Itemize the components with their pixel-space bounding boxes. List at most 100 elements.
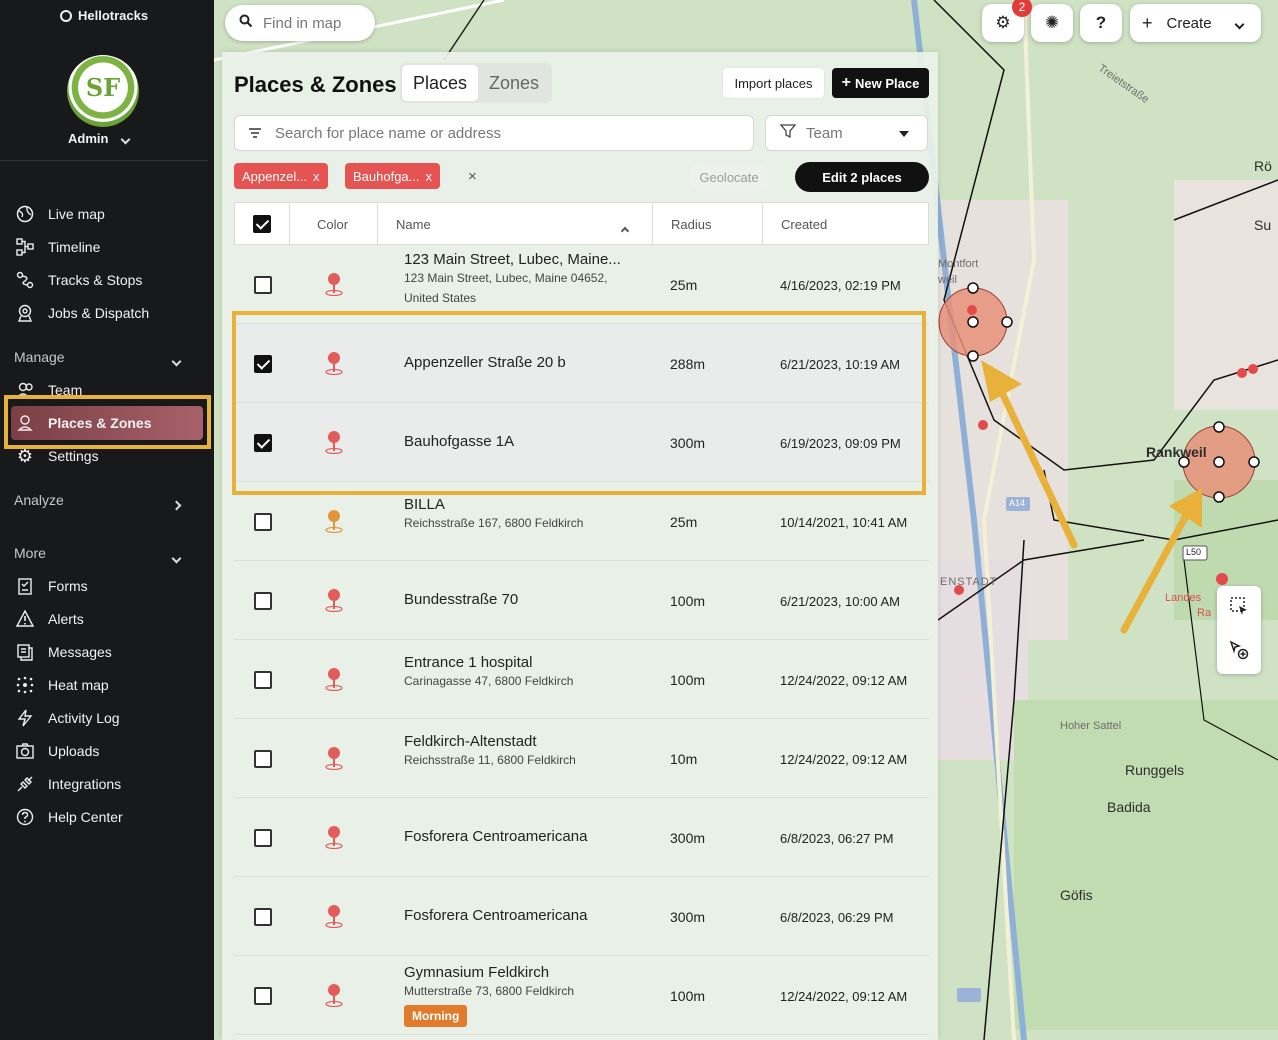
tab-places[interactable]: Places (402, 65, 479, 101)
place-name-cell[interactable]: Feldkirch-Altenstadt Reichsstraße 11, 680… (404, 733, 644, 770)
table-row[interactable]: Feldkirch-Altenstadt Reichsstraße 11, 680… (234, 719, 929, 798)
place-name-cell[interactable]: Bundesstraße 70 (404, 591, 644, 608)
close-icon[interactable]: x (426, 169, 433, 184)
nav-places-zones[interactable]: Places & Zones (14, 411, 152, 435)
place-created: 12/24/2022, 09:12 AM (780, 673, 908, 688)
row-checkbox[interactable] (254, 592, 272, 610)
clear-selection-button[interactable]: × (468, 168, 477, 185)
place-radius: 100m (670, 988, 706, 1004)
place-name-cell[interactable]: Gymnasium Feldkirch Mutterstraße 73, 6800… (404, 964, 644, 1027)
section-analyze[interactable]: Analyze (14, 492, 64, 508)
row-checkbox[interactable] (254, 750, 272, 768)
place-search-input[interactable]: Search for place name or address (234, 115, 754, 151)
table-row[interactable]: Fosforera Centroamericana 300m 6/8/2023, 0… (234, 798, 929, 877)
nav-help-center[interactable]: Help Center (14, 805, 123, 829)
row-checkbox[interactable] (254, 671, 272, 689)
table-row[interactable]: Gymnasium Feldkirch Mutterstraße 73, 6800… (234, 956, 929, 1035)
filter-chip[interactable]: Appenzel... x (234, 163, 328, 189)
new-place-button[interactable]: + New Place (832, 68, 929, 98)
table-row[interactable]: Appenzeller Straße 20 b 288m 6/21/2023, 10… (234, 324, 929, 403)
create-label: Create (1166, 14, 1212, 32)
nav-label: Uploads (48, 743, 100, 759)
team-filter-select[interactable]: Team (765, 115, 928, 151)
row-checkbox[interactable] (254, 355, 272, 373)
place-created: 10/14/2021, 10:41 AM (780, 515, 908, 530)
messages-icon (14, 641, 36, 663)
row-checkbox[interactable] (254, 829, 272, 847)
nav-uploads[interactable]: Uploads (14, 739, 99, 763)
table-row[interactable]: Fosforera Centroamericana 300m 6/8/2023, 0… (234, 877, 929, 956)
nav-forms[interactable]: Forms (14, 574, 88, 598)
table-row[interactable]: Bauhofgasse 1A 300m 6/19/2023, 09:09 PM (234, 403, 929, 482)
funnel-icon (779, 123, 797, 143)
nav-live-map[interactable]: Live map (14, 202, 105, 226)
place-name-cell[interactable]: Bauhofgasse 1A (404, 433, 644, 450)
row-checkbox[interactable] (254, 987, 272, 1005)
select-area-icon (1229, 596, 1249, 621)
user-menu[interactable]: Admin (68, 131, 131, 146)
create-button[interactable]: + Create (1130, 4, 1261, 42)
nav-label: Tracks & Stops (48, 272, 143, 288)
place-name-cell[interactable]: BILLA Reichsstraße 167, 6800 Feldkirch (404, 496, 644, 533)
row-checkbox[interactable] (254, 276, 272, 294)
chevron-down-icon[interactable] (171, 549, 182, 567)
row-checkbox[interactable] (254, 434, 272, 452)
geolocate-button[interactable]: Geolocate (689, 162, 769, 192)
nav-label: Messages (48, 644, 112, 660)
select-all-checkbox[interactable] (253, 215, 271, 233)
place-name-cell[interactable]: Appenzeller Straße 20 b (404, 354, 644, 371)
table-row[interactable]: Entrance 1 hospital Carinagasse 47, 6800 … (234, 640, 929, 719)
ai-button[interactable]: ✺ (1031, 4, 1073, 42)
avatar[interactable]: SF (67, 55, 139, 127)
nav-settings[interactable]: ⚙ Settings (14, 444, 99, 468)
table-row[interactable]: BILLA Reichsstraße 167, 6800 Feldkirch 25m… (234, 482, 929, 561)
header-radius[interactable]: Radius (653, 203, 763, 245)
nav-messages[interactable]: Messages (14, 640, 112, 664)
tab-zones[interactable]: Zones (478, 65, 550, 101)
row-checkbox[interactable] (254, 908, 272, 926)
place-name-cell[interactable]: Entrance 1 hospital Carinagasse 47, 6800 … (404, 654, 644, 691)
select-area-button[interactable] (1217, 586, 1261, 630)
header-select-all[interactable] (235, 203, 290, 245)
places-zones-panel: Places & Zones Places Zones Import place… (222, 52, 938, 1040)
map-label-montfort: Montfort (938, 258, 979, 270)
nav-integrations[interactable]: Integrations (14, 772, 121, 796)
table-row[interactable]: Bundesstraße 70 100m 6/21/2023, 10:00 AM (234, 561, 929, 640)
table-row[interactable]: 123 Main Street, Lubec, Maine... 123 Main… (234, 245, 929, 324)
place-name-cell[interactable]: Fosforera Centroamericana (404, 907, 644, 924)
header-name[interactable]: Name (378, 203, 653, 245)
nav-label: Help Center (48, 809, 123, 825)
section-manage[interactable]: Manage (14, 349, 65, 365)
close-icon[interactable]: x (313, 169, 320, 184)
nav-activity-log[interactable]: Activity Log (14, 706, 120, 730)
edit-places-button[interactable]: Edit 2 places (795, 162, 929, 192)
import-places-button[interactable]: Import places (723, 68, 824, 98)
map-label-landes: Landes (1165, 592, 1202, 604)
row-checkbox[interactable] (254, 513, 272, 531)
activity-icon (14, 707, 36, 729)
place-address: Reichsstraße 11, 6800 Feldkirch (404, 753, 576, 767)
map-label-ro: Rö (1254, 158, 1272, 174)
filter-chip[interactable]: Bauhofga... x (345, 163, 440, 189)
team-icon (14, 379, 36, 401)
place-address: Mutterstraße 73, 6800 Feldkirch (404, 984, 575, 998)
chevron-right-icon[interactable] (171, 496, 182, 514)
place-name-cell[interactable]: 123 Main Street, Lubec, Maine... 123 Main… (404, 251, 644, 308)
nav-jobs-dispatch[interactable]: Jobs & Dispatch (14, 301, 149, 325)
place-name: 123 Main Street, Lubec, Maine... (404, 251, 621, 268)
map-label-l50: L50 (1186, 547, 1202, 557)
place-name-cell[interactable]: Fosforera Centroamericana (404, 828, 644, 845)
section-more[interactable]: More (14, 545, 46, 561)
add-place-tool-button[interactable] (1217, 630, 1261, 674)
header-created[interactable]: Created (763, 203, 929, 245)
chevron-down-icon[interactable] (171, 352, 182, 370)
place-created: 6/19/2023, 09:09 PM (780, 436, 901, 451)
find-in-map-input[interactable]: Find in map (225, 5, 375, 41)
nav-timeline[interactable]: Timeline (14, 235, 100, 259)
nav-heat-map[interactable]: Heat map (14, 673, 109, 697)
brand[interactable]: Hellotracks (60, 8, 148, 23)
nav-alerts[interactable]: Alerts (14, 607, 84, 631)
help-button[interactable]: ? (1080, 4, 1122, 42)
nav-team[interactable]: Team (14, 378, 82, 402)
nav-tracks-stops[interactable]: Tracks & Stops (14, 268, 142, 292)
